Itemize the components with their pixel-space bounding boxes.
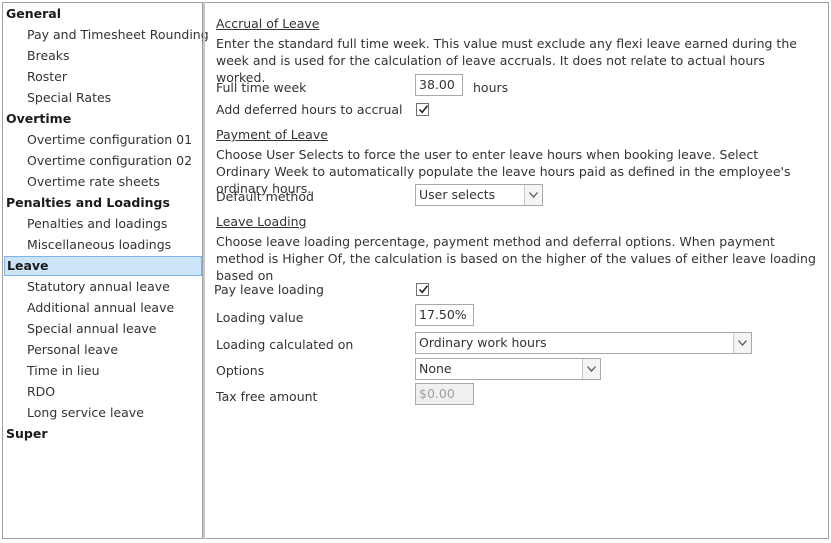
sidebar-item-breaks[interactable]: Breaks	[4, 46, 202, 66]
default-method-select[interactable]: User selects	[415, 184, 543, 206]
sidebar-item-pay-and-timesheet-rounding[interactable]: Pay and Timesheet Rounding	[4, 25, 209, 45]
add-deferred-checkbox[interactable]	[416, 103, 429, 116]
sidebar-group-super[interactable]: Super	[4, 424, 202, 444]
dropdown-arrow[interactable]	[733, 333, 751, 353]
loading-calculated-on-label: Loading calculated on	[216, 337, 354, 352]
checkmark-icon	[418, 285, 429, 294]
chevron-down-icon	[738, 340, 747, 346]
tax-free-amount-input[interactable]: $0.00	[415, 383, 474, 405]
full-time-week-input[interactable]: 38.00	[415, 74, 463, 96]
sidebar-item-overtime-rate-sheets[interactable]: Overtime rate sheets	[4, 172, 202, 192]
sidebar-item-statutory-annual-leave[interactable]: Statutory annual leave	[4, 277, 202, 297]
payment-section-title: Payment of Leave	[216, 127, 328, 142]
tax-free-amount-label: Tax free amount	[216, 389, 318, 404]
dropdown-arrow[interactable]	[582, 359, 600, 379]
options-select[interactable]: None	[415, 358, 601, 380]
sidebar-item-overtime-configuration-02[interactable]: Overtime configuration 02	[4, 151, 202, 171]
sidebar-group-leave[interactable]: Leave	[4, 256, 202, 276]
loading-section-title: Leave Loading	[216, 214, 307, 229]
options-value: None	[419, 361, 452, 376]
accrual-section-title: Accrual of Leave	[216, 16, 320, 31]
default-method-label: Default method	[216, 189, 314, 204]
sidebar-item-time-in-lieu[interactable]: Time in lieu	[4, 361, 202, 381]
hours-unit-label: hours	[473, 80, 509, 95]
pay-leave-loading-label: Pay leave loading	[214, 282, 324, 297]
add-deferred-label: Add deferred hours to accrual	[216, 102, 403, 117]
loading-description: Choose leave loading percentage, payment…	[216, 234, 816, 283]
loading-value-label: Loading value	[216, 310, 304, 325]
sidebar-item-penalties-and-loadings[interactable]: Penalties and loadings	[4, 214, 202, 234]
sidebar-group-overtime[interactable]: Overtime	[4, 109, 202, 129]
settings-nav-tree: General Pay and Timesheet Rounding Breaks R…	[2, 2, 209, 539]
accrual-description: Enter the standard full time week. This …	[216, 36, 797, 85]
sidebar-item-long-service-leave[interactable]: Long service leave	[4, 403, 202, 423]
default-method-value: User selects	[419, 187, 496, 202]
checkmark-icon	[418, 105, 429, 114]
options-label: Options	[216, 363, 265, 378]
sidebar-item-overtime-configuration-01[interactable]: Overtime configuration 01	[4, 130, 202, 150]
loading-calculated-on-value: Ordinary work hours	[419, 335, 547, 350]
sidebar-item-additional-annual-leave[interactable]: Additional annual leave	[4, 298, 202, 318]
sidebar-item-rdo[interactable]: RDO	[4, 382, 202, 402]
leave-settings-panel: Accrual of Leave Enter the standard full…	[205, 2, 829, 539]
loading-value-input[interactable]: 17.50%	[415, 304, 474, 326]
sidebar-item-personal-leave[interactable]: Personal leave	[4, 340, 202, 360]
chevron-down-icon	[529, 192, 538, 198]
sidebar-group-penalties-and-loadings[interactable]: Penalties and Loadings	[4, 193, 202, 213]
pay-leave-loading-checkbox[interactable]	[416, 283, 429, 296]
sidebar-item-miscellaneous-loadings[interactable]: Miscellaneous loadings	[4, 235, 202, 255]
loading-calculated-on-select[interactable]: Ordinary work hours	[415, 332, 752, 354]
full-time-week-label: Full time week	[216, 80, 307, 95]
chevron-down-icon	[587, 366, 596, 372]
sidebar-item-special-rates[interactable]: Special Rates	[4, 88, 202, 108]
sidebar-item-special-annual-leave[interactable]: Special annual leave	[4, 319, 202, 339]
sidebar-group-general[interactable]: General	[4, 4, 202, 24]
sidebar-item-roster[interactable]: Roster	[4, 67, 202, 87]
dropdown-arrow[interactable]	[524, 185, 542, 205]
